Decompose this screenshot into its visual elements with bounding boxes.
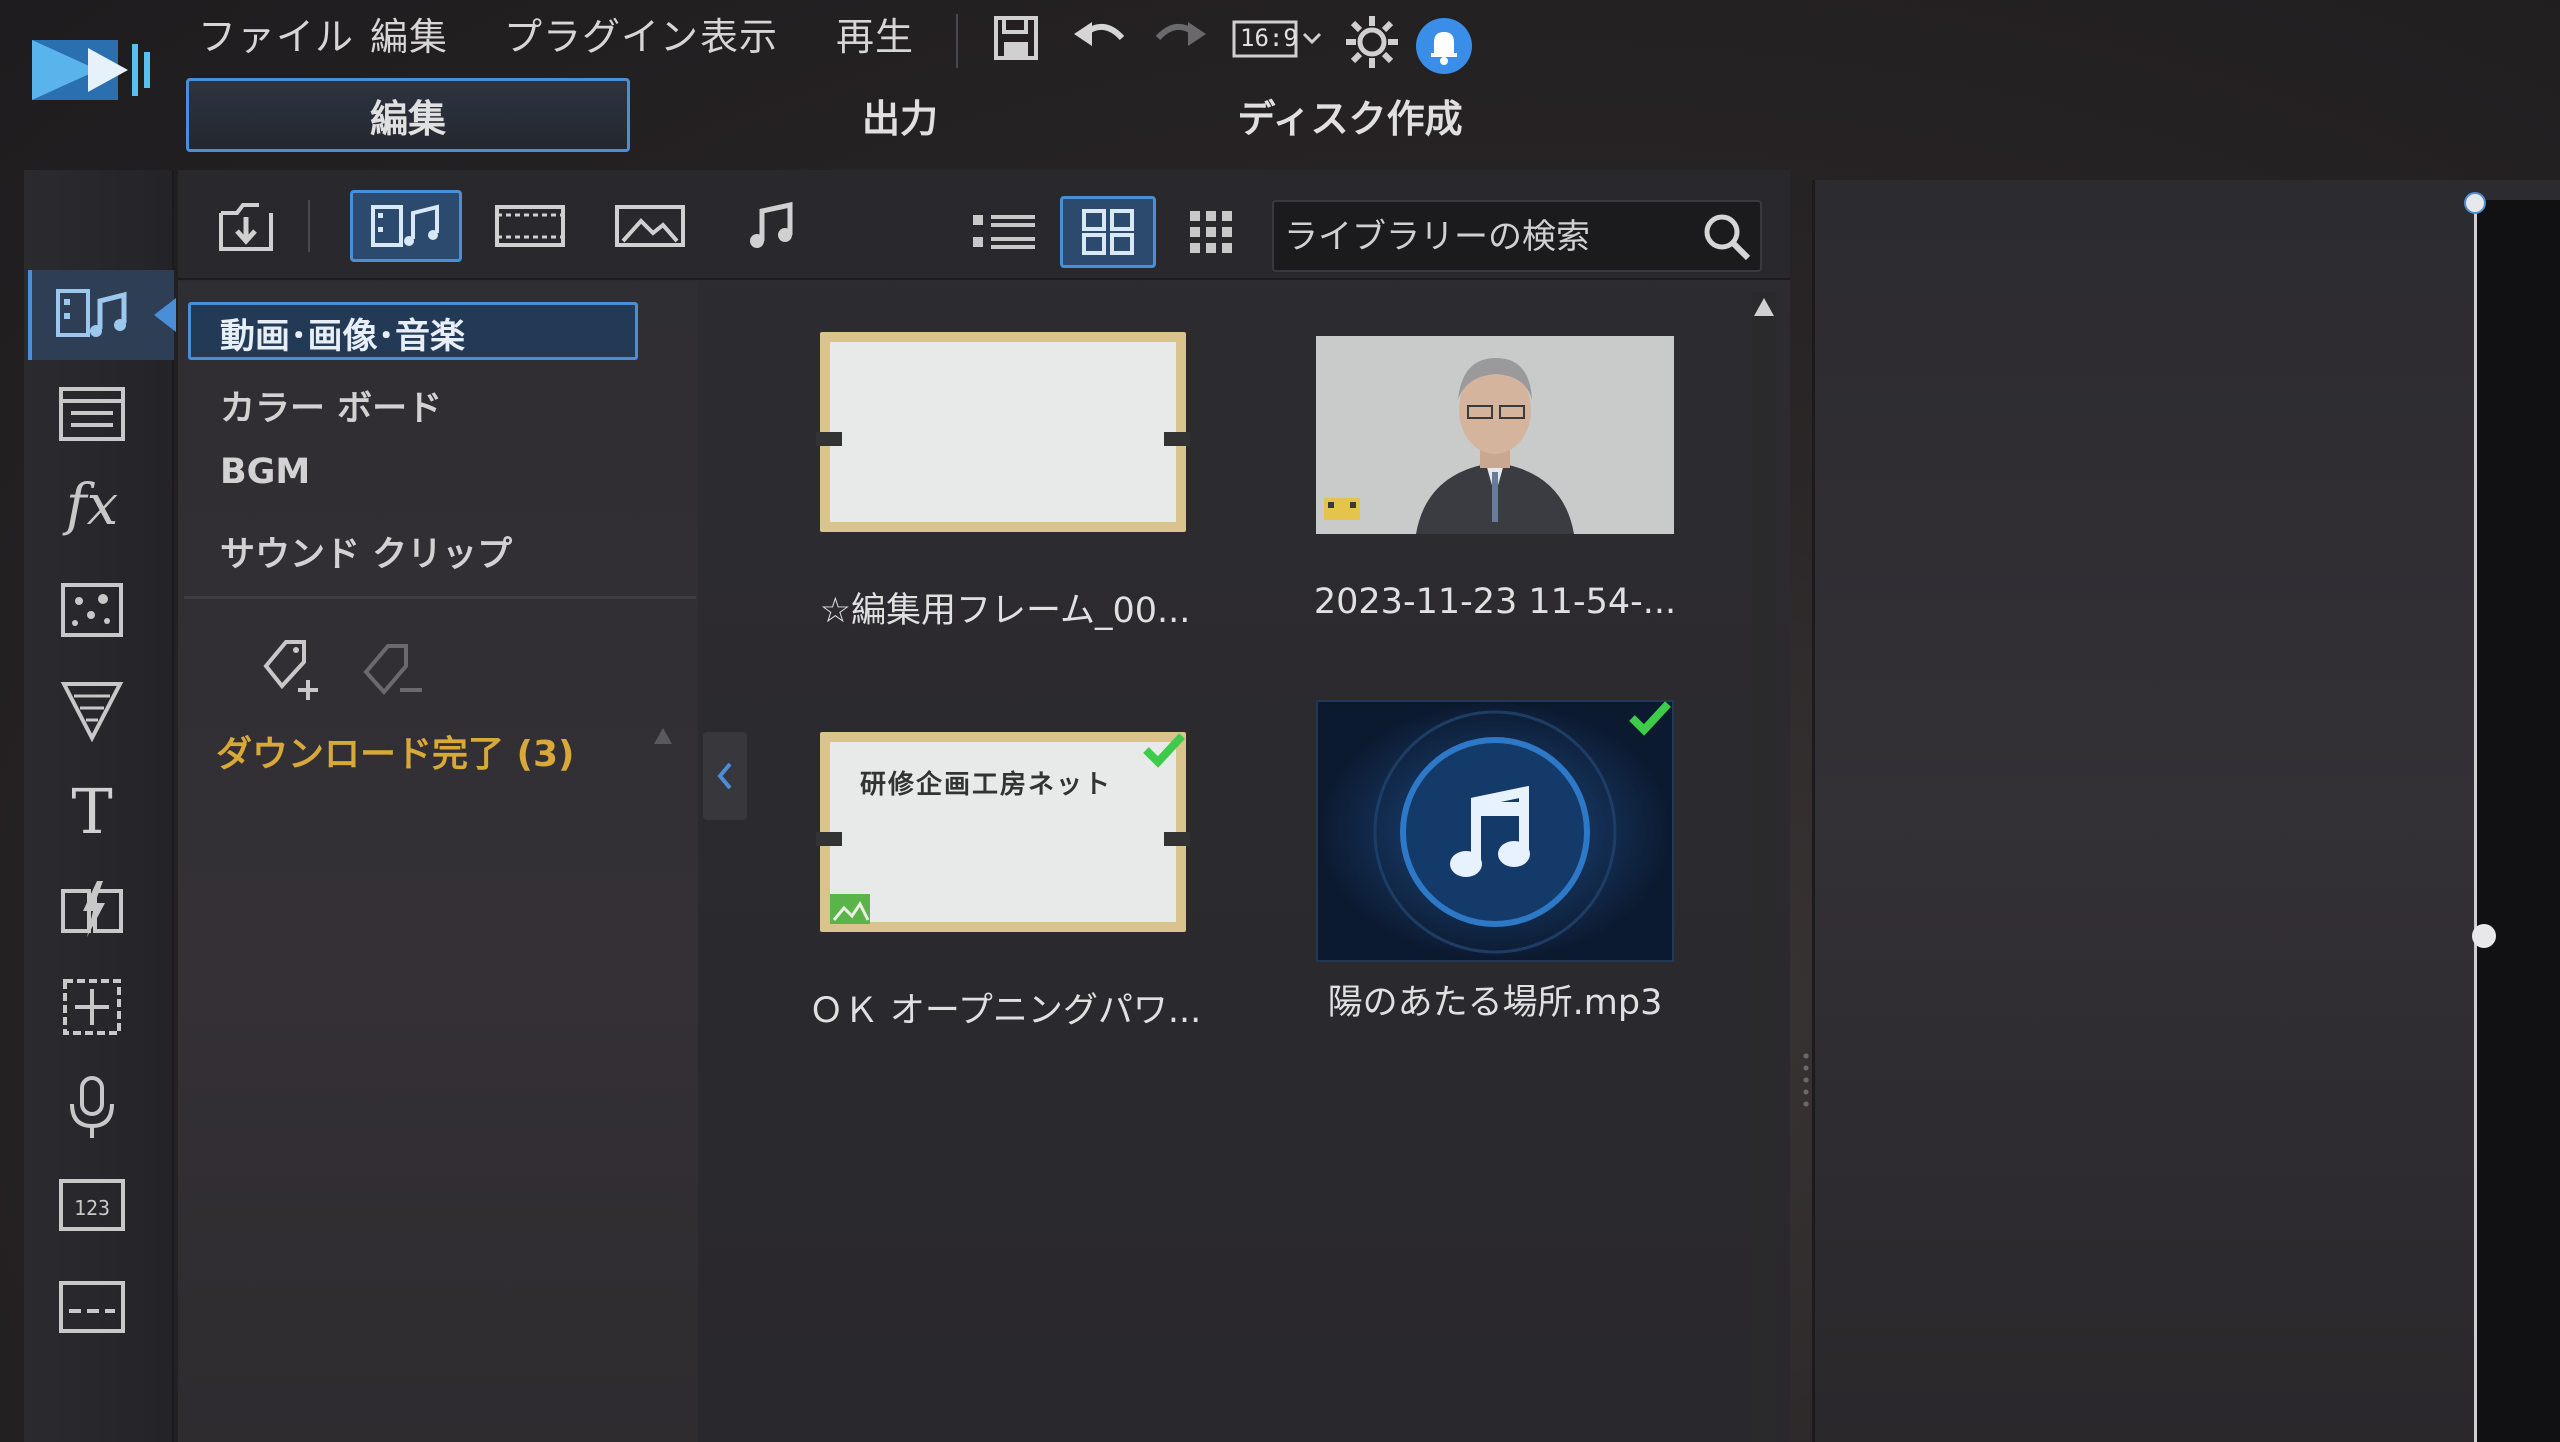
subtitle-icon[interactable] <box>52 1272 132 1342</box>
image-badge-icon <box>828 890 872 932</box>
tab-disc-label: ディスク作成 <box>1237 96 1463 141</box>
filter-all-media-button[interactable] <box>350 190 462 262</box>
download-complete-tag[interactable]: ダウンロード完了 (3) <box>216 725 575 777</box>
video-clip-badge-icon <box>1322 490 1362 532</box>
preview-panel <box>1812 180 2560 1442</box>
opening-used-check-icon <box>1140 730 1188 774</box>
library-item-frame-caption: ☆編集用フレーム_00... <box>819 591 1191 631</box>
aspect-ratio-label: 16:9 <box>1240 24 1298 52</box>
category-bgm[interactable]: BGM <box>220 452 310 492</box>
save-icon[interactable] <box>990 12 1042 68</box>
undo-icon[interactable] <box>1070 12 1130 68</box>
category-media-all[interactable]: 動画･画像･音楽 <box>220 308 465 359</box>
library-scrollbar[interactable] <box>1752 292 1776 1442</box>
title-room-icon[interactable] <box>52 378 132 448</box>
settings-gear-icon[interactable] <box>1344 14 1400 74</box>
audio-used-check-icon <box>1626 698 1674 742</box>
filter-audio-button[interactable] <box>722 190 822 262</box>
library-search-input[interactable] <box>1284 210 1684 264</box>
tab-output-label: 出力 <box>861 96 938 141</box>
panel-resize-handle[interactable] <box>1800 1050 1812 1114</box>
menu-file[interactable]: ファイル <box>198 6 354 61</box>
filter-image-button[interactable] <box>600 190 700 262</box>
import-media-button[interactable] <box>206 190 286 262</box>
tab-edit[interactable]: 編集 <box>186 78 630 152</box>
active-room-pointer <box>154 298 176 336</box>
view-thumbnail-button[interactable] <box>1060 196 1156 268</box>
toolbar-separator <box>956 14 958 68</box>
filter-video-button[interactable] <box>480 190 580 262</box>
transition-icon[interactable] <box>52 874 132 944</box>
search-icon[interactable] <box>1700 210 1754 268</box>
fx-effects-icon[interactable]: fx <box>52 470 132 540</box>
library-item-video-caption: 2023-11-23 11-54-... <box>1313 582 1677 622</box>
library-item-audio-thumbnail[interactable] <box>1316 700 1674 962</box>
view-details-button[interactable] <box>958 196 1050 268</box>
text-title-icon[interactable]: T <box>52 775 132 848</box>
view-small-grid-button[interactable] <box>1176 196 1248 268</box>
library-separator <box>308 200 310 252</box>
chapter-numbers-icon[interactable]: 123 <box>52 1170 132 1240</box>
media-room-icon <box>52 280 132 350</box>
library-item-opening-caption: ＯＫ オープニングパワ... <box>808 991 1202 1031</box>
library-scroll-up-icon[interactable] <box>1752 296 1776 324</box>
library-item-audio-caption: 陽のあたる場所.mp3 <box>1327 983 1663 1023</box>
menu-play[interactable]: 再生 <box>836 6 914 61</box>
preview-resize-handle-middle[interactable] <box>2472 924 2496 948</box>
add-tag-icon[interactable] <box>252 632 332 708</box>
category-divider <box>184 596 696 599</box>
category-color-board[interactable]: カラー ボード <box>220 380 442 431</box>
library-search-box <box>1272 200 1762 272</box>
tab-disc-creation[interactable]: ディスク作成 <box>1200 78 1500 152</box>
magic-effect-icon[interactable] <box>52 672 132 742</box>
menu-view[interactable]: 表示 <box>700 6 778 61</box>
microphone-icon[interactable] <box>52 1072 132 1142</box>
tab-output[interactable]: 出力 <box>770 78 1030 152</box>
aspect-ratio-dropdown[interactable]: 16:9 <box>1232 18 1328 66</box>
svg-text:123: 123 <box>74 1196 110 1220</box>
pip-object-icon[interactable] <box>52 972 132 1042</box>
library-item-video-thumbnail[interactable] <box>1316 336 1674 534</box>
menu-plugin[interactable]: プラグイン <box>504 6 699 61</box>
category-sound-clip[interactable]: サウンド クリップ <box>220 526 512 577</box>
collapse-panel-button[interactable] <box>703 732 747 820</box>
notification-bell-icon[interactable] <box>1414 16 1474 80</box>
redo-icon[interactable] <box>1150 12 1210 68</box>
library-item-frame-thumbnail[interactable] <box>816 332 1190 532</box>
library-item-opening-thumbnail[interactable]: 研修企画工房ネット <box>816 732 1190 932</box>
category-scroll-up-icon[interactable] <box>652 726 674 752</box>
preview-canvas <box>2474 200 2560 1442</box>
app-logo <box>28 30 158 110</box>
remove-tag-icon[interactable] <box>356 632 432 708</box>
preview-resize-handle-top[interactable] <box>2464 192 2486 214</box>
menu-edit[interactable]: 編集 <box>370 6 448 61</box>
opening-thumbnail-text: 研修企画工房ネット <box>860 770 1113 800</box>
tab-edit-label: 編集 <box>369 96 446 141</box>
particle-icon[interactable] <box>52 574 132 644</box>
